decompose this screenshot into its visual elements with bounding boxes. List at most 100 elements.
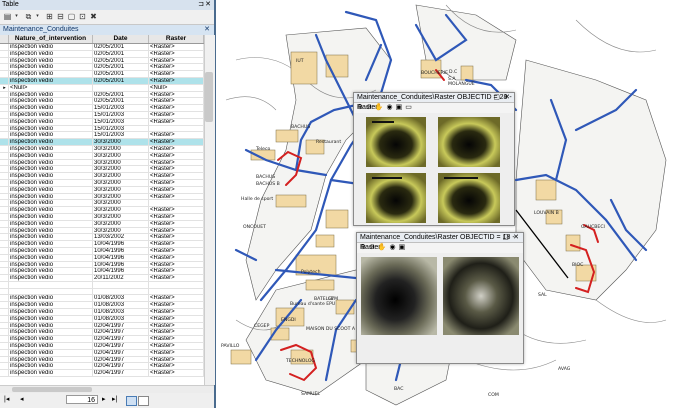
table-row[interactable]: inspection vedio 02/04/1997 <Raster> [0, 370, 204, 378]
cell-raster[interactable]: <Raster> [149, 234, 204, 241]
table-options-icon[interactable]: ▤ [3, 12, 12, 21]
cell-date[interactable]: 02/05/2001 [93, 44, 149, 50]
table-row[interactable]: inspection vedio 10/04/1996 <Raster> [0, 261, 204, 269]
row-selector[interactable] [0, 254, 9, 261]
table-row[interactable]: inspection vedio 30/3/2000 <Raster> [0, 207, 204, 214]
row-selector[interactable] [0, 193, 9, 200]
last-record-icon[interactable]: ▸| [112, 396, 117, 404]
cell-raster[interactable]: <Raster> [149, 64, 204, 71]
cell-date[interactable]: 30/3/2000 [93, 220, 149, 227]
cell-date[interactable]: 01/08/2003 [93, 302, 149, 309]
cell-date[interactable]: 02/05/2001 [93, 91, 149, 98]
cell-date[interactable]: 02/04/1997 [93, 356, 149, 363]
cell-raster[interactable]: <Raster> [149, 145, 204, 152]
cell-date[interactable]: 30/3/2000 [93, 139, 149, 145]
row-selector[interactable] [0, 356, 9, 363]
table-row[interactable]: inspection vedio 30/3/2000 <Raster> [0, 145, 204, 153]
cell-nature[interactable]: inspection vedio [9, 145, 93, 152]
pan-icon[interactable]: ✋ [375, 103, 384, 113]
zoom-to-selected-icon[interactable]: ⊡ [78, 12, 87, 21]
row-selector[interactable] [0, 295, 9, 302]
previous-record-icon[interactable]: ◂ [20, 396, 24, 404]
cell-raster[interactable]: <Raster> [149, 207, 204, 213]
row-selector[interactable] [0, 118, 9, 125]
cell-raster[interactable]: <Raster> [149, 179, 204, 186]
row-selector[interactable] [0, 241, 9, 247]
row-selector[interactable] [0, 44, 9, 50]
table-row[interactable]: inspection vedio 30/3/2000 <Raster> [0, 179, 204, 187]
cell-raster[interactable]: <Raster> [149, 166, 204, 173]
cell-nature[interactable]: inspection vedio [9, 370, 93, 377]
cell-raster[interactable]: <Raster> [149, 363, 204, 370]
cell-date[interactable]: 10/04/1996 [93, 268, 149, 275]
cell-raster[interactable]: <Null> [149, 84, 204, 91]
cell-date[interactable]: 30/3/2000 [93, 227, 149, 234]
table-row[interactable]: inspection vedio 13/03/2002 <Raster> [0, 234, 204, 242]
cell-date[interactable]: 13/03/2002 [93, 234, 149, 241]
table-row[interactable]: inspection vedio 15/01/2003 <Raster> [0, 118, 204, 126]
full-extent-icon[interactable]: ◉ [386, 103, 392, 113]
row-selector[interactable] [0, 336, 9, 343]
cell-date[interactable] [93, 288, 149, 295]
table-row[interactable]: inspection vedio 30/3/2000 <Raster> [0, 227, 204, 235]
cell-nature[interactable]: inspection vedio [9, 363, 93, 370]
cell-date[interactable]: 15/01/2003 [93, 118, 149, 125]
cell-date[interactable]: 30/3/2000 [93, 145, 149, 152]
cell-date[interactable]: 30/3/2000 [93, 186, 149, 193]
cell-nature[interactable]: inspection vedio [9, 227, 93, 234]
cell-raster[interactable]: <Raster> [149, 275, 204, 281]
cell-date[interactable]: 15/01/2003 [93, 125, 149, 132]
cell-raster[interactable]: <Raster> [149, 77, 204, 84]
row-selector[interactable] [0, 213, 9, 220]
cell-nature[interactable]: inspection vedio [9, 139, 93, 145]
zoom-in-icon[interactable]: ⊕ [357, 103, 363, 113]
row-selector[interactable] [0, 234, 9, 241]
table-row[interactable]: inspection vedio 02/05/2001 <Raster> [0, 77, 204, 85]
save-image-icon[interactable]: ▣ [396, 103, 403, 113]
row-selector[interactable] [0, 247, 9, 254]
cell-nature[interactable]: inspection vedio [9, 159, 93, 166]
row-selector[interactable] [0, 363, 9, 370]
row-selector[interactable] [0, 71, 9, 77]
table-row[interactable]: inspection vedio 02/05/2001 <Raster> [0, 71, 204, 78]
row-selector[interactable] [0, 200, 9, 207]
cell-raster[interactable]: <Raster> [149, 98, 204, 105]
zoom-in-icon[interactable]: ⊕ [360, 243, 366, 253]
maximize-icon[interactable]: ▢ [493, 93, 500, 103]
row-selector[interactable] [0, 132, 9, 139]
close-icon[interactable]: ✕ [205, 0, 211, 8]
row-selector[interactable] [0, 309, 9, 315]
row-selector[interactable] [0, 288, 9, 295]
cell-nature[interactable]: inspection vedio [9, 336, 93, 343]
row-selector[interactable] [0, 261, 9, 268]
row-selector[interactable] [0, 145, 9, 152]
row-selector[interactable] [0, 166, 9, 173]
cell-nature[interactable]: inspection vedio [9, 261, 93, 268]
cell-nature[interactable]: inspection vedio [9, 295, 93, 302]
cell-date[interactable]: 02/04/1997 [93, 370, 149, 377]
table-row[interactable]: inspection vedio 02/04/1997 <Raster> [0, 363, 204, 371]
row-selector[interactable] [0, 302, 9, 309]
cell-nature[interactable]: inspection vedio [9, 98, 93, 105]
cell-raster[interactable]: <Raster> [149, 173, 204, 179]
cell-raster[interactable]: <Raster> [149, 44, 204, 50]
row-selector[interactable] [0, 186, 9, 193]
row-selector[interactable]: ▸ [0, 84, 9, 91]
row-selector[interactable] [0, 349, 9, 356]
cell-raster[interactable]: <Raster> [149, 193, 204, 200]
cell-raster[interactable]: <Raster> [149, 254, 204, 261]
cell-date[interactable]: 01/08/2003 [93, 315, 149, 322]
switch-selection-icon[interactable]: ⊟ [56, 12, 65, 21]
cell-nature[interactable]: inspection vedio [9, 125, 93, 132]
cell-date[interactable]: 30/3/2000 [93, 179, 149, 186]
table-row[interactable]: inspection vedio 15/01/2003 <Raster> [0, 105, 204, 112]
row-selector[interactable] [0, 152, 9, 159]
table-row[interactable]: inspection vedio 02/04/1997 <Raster> [0, 322, 204, 330]
cell-nature[interactable]: inspection vedio [9, 64, 93, 71]
cell-raster[interactable]: <Raster> [149, 329, 204, 336]
chevron-down-icon[interactable]: ▾ [12, 12, 21, 21]
table-row[interactable]: inspection vedio 10/04/1996 <Raster> [0, 254, 204, 262]
cell-date[interactable]: 20/11/2002 [93, 275, 149, 281]
cell-raster[interactable]: <Raster> [149, 91, 204, 98]
raster-window-18[interactable]: Maintenance_Conduites\Raster OBJECTID = … [356, 232, 524, 364]
